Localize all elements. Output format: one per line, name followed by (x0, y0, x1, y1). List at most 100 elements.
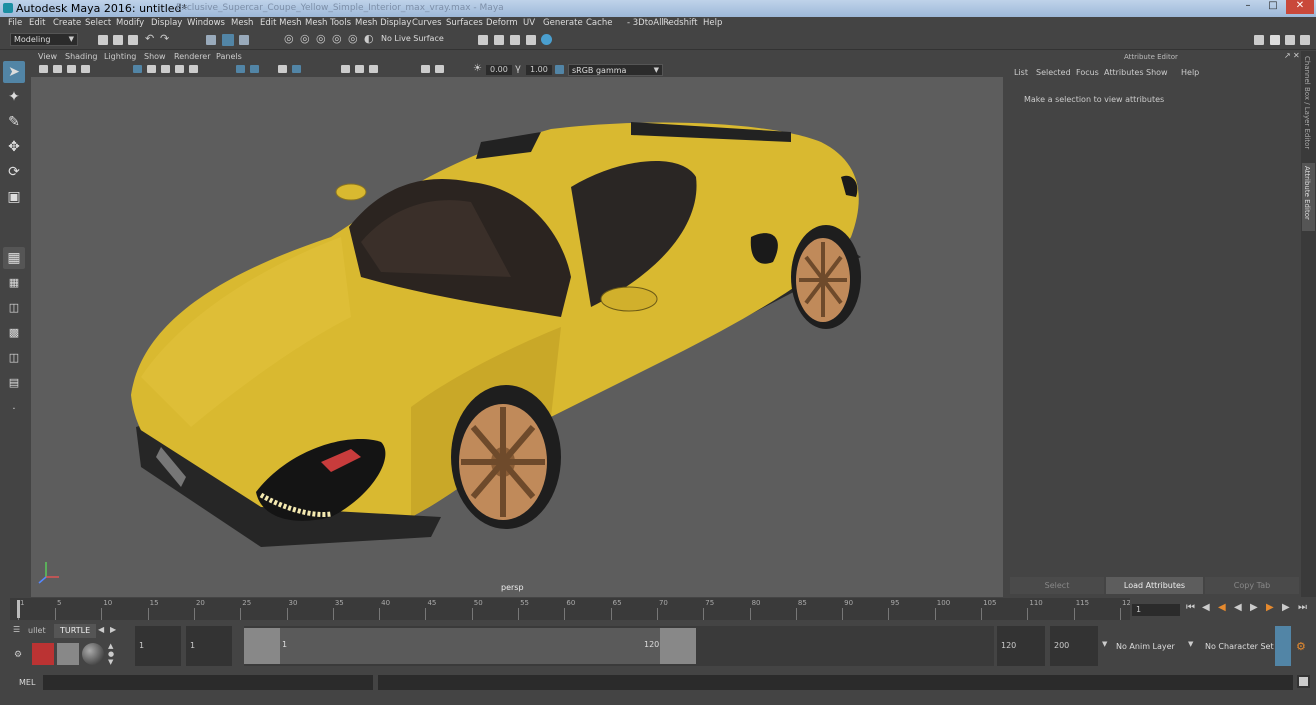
shelf-tab-bullet[interactable]: ullet (28, 626, 46, 635)
copy-tab-button[interactable]: Copy Tab (1205, 577, 1299, 594)
exposure-field[interactable]: 0.00 (486, 65, 512, 75)
render-frame-icon[interactable] (494, 35, 504, 45)
close-icon[interactable]: ✕ (1286, 0, 1314, 14)
lights-icon[interactable] (189, 65, 198, 73)
motion-blur-icon[interactable] (341, 65, 350, 73)
rotate-tool-icon[interactable]: ⟳ (3, 161, 25, 183)
range-slider-bar[interactable] (244, 628, 696, 664)
menu-mesh-display[interactable]: Mesh Display (355, 18, 411, 28)
select-hierarchy-icon[interactable] (206, 35, 216, 45)
layout-single-pane-icon[interactable]: ▦ (3, 272, 25, 294)
channel-box-tab[interactable]: Channel Box / Layer Editor (1302, 56, 1315, 156)
resolution-gate-icon[interactable] (421, 65, 430, 73)
menu-surfaces[interactable]: Surfaces (446, 18, 483, 28)
viewport-menu-view[interactable]: View (38, 52, 57, 61)
isolate-icon[interactable] (236, 65, 245, 73)
menu-curves[interactable]: Curves (412, 18, 442, 28)
color-space-dropdown[interactable]: sRGB gamma ▼ (568, 64, 663, 76)
menu-redshift[interactable]: Redshift (663, 18, 698, 28)
menu-edit-mesh[interactable]: Edit Mesh (260, 18, 302, 28)
current-frame-field[interactable]: 1 (1132, 604, 1180, 616)
gamma-field[interactable]: 1.00 (526, 65, 552, 75)
xray-icon[interactable] (250, 65, 259, 73)
range-start-field[interactable]: 1 (135, 626, 181, 666)
menu-display[interactable]: Display (151, 18, 182, 28)
attribute-editor-tab[interactable]: Attribute Editor (1302, 163, 1315, 231)
redo-icon[interactable]: ↷ (160, 32, 169, 45)
snap-curve-icon[interactable]: ◎ (300, 32, 310, 45)
layout-quad-icon[interactable] (1300, 35, 1310, 45)
range-slider[interactable]: 1 120 (244, 626, 994, 666)
step-back-frame-icon[interactable]: ◀ (1218, 602, 1226, 613)
shelf-item-shapes-icon[interactable] (57, 643, 79, 665)
antialias-icon[interactable] (355, 65, 364, 73)
show-manipulator-icon[interactable]: ▦ (3, 247, 25, 269)
load-attributes-button[interactable]: Load Attributes (1106, 577, 1203, 594)
shadows-icon[interactable] (278, 65, 287, 73)
wireframe-icon[interactable] (147, 65, 156, 73)
depth-of-field-icon[interactable] (369, 65, 378, 73)
ipr-render-icon[interactable] (510, 35, 520, 45)
shelf-scroll-icon[interactable]: ▲ ● ▼ (108, 642, 114, 666)
shelf-prev-icon[interactable]: ◀ (98, 625, 104, 634)
menu-edit[interactable]: Edit (29, 18, 45, 28)
time-slider[interactable]: 1 5 10 15 20 25 30 35 40 45 50 55 60 65 70 75 80 85 90 95 10… (10, 598, 1135, 620)
anim-layer-dropdown[interactable]: ▼ No Anim Layer (1100, 626, 1196, 666)
viewport-menu-renderer[interactable]: Renderer (174, 52, 211, 61)
viewport-menu-lighting[interactable]: Lighting (104, 52, 136, 61)
camera-icon[interactable] (39, 65, 48, 73)
mode-dropdown[interactable]: Modeling ▼ (10, 33, 78, 46)
layout-two-pane-icon[interactable]: ◫ (3, 297, 25, 319)
shelf-menu-icon[interactable]: ☰ (13, 625, 20, 634)
layout-custom-icon[interactable]: · (3, 399, 25, 421)
paint-select-icon[interactable]: ✎ (3, 111, 25, 133)
float-panel-icon[interactable]: ↗ (1284, 51, 1291, 60)
range-slider-end-handle[interactable] (660, 628, 696, 664)
step-forward-frame-icon[interactable]: ▶ (1266, 602, 1274, 613)
attr-menu-list[interactable]: List (1014, 68, 1028, 77)
viewport-menu-show[interactable]: Show (144, 52, 166, 61)
select-object-icon[interactable] (222, 34, 234, 46)
menu-file[interactable]: File (8, 18, 22, 28)
new-scene-icon[interactable] (98, 35, 108, 45)
open-scene-icon[interactable] (113, 35, 123, 45)
maximize-icon[interactable]: □ (1261, 0, 1285, 14)
attr-menu-help[interactable]: Help (1181, 68, 1199, 77)
layout-double-icon[interactable] (1285, 35, 1295, 45)
menu-deform[interactable]: Deform (486, 18, 518, 28)
script-editor-icon[interactable] (1297, 675, 1310, 688)
character-set-dropdown[interactable]: ▼ No Character Set (1187, 626, 1274, 666)
menu-generate[interactable]: Generate (543, 18, 583, 28)
auto-key-icon[interactable] (1275, 626, 1291, 666)
snap-grid-icon[interactable]: ◎ (284, 32, 294, 45)
mel-input[interactable] (43, 675, 373, 690)
undo-icon[interactable]: ↶ (145, 32, 154, 45)
menu-cache[interactable]: Cache (586, 18, 612, 28)
menu-windows[interactable]: Windows (187, 18, 225, 28)
snap-surface-icon[interactable]: ◎ (348, 32, 358, 45)
menu-uv[interactable]: UV (523, 18, 535, 28)
shelf-next-icon[interactable]: ▶ (110, 625, 116, 634)
close-panel-icon[interactable]: ✕ (1293, 51, 1300, 60)
attr-menu-focus[interactable]: Focus (1076, 68, 1099, 77)
layout-single-icon[interactable] (1270, 35, 1280, 45)
shelf-settings-icon[interactable]: ⚙ (14, 650, 22, 660)
shelf-item-sphere-icon[interactable] (82, 643, 104, 665)
minimize-icon[interactable]: – (1236, 0, 1260, 14)
layout-four-pane-icon[interactable]: ▩ (3, 322, 25, 344)
scale-tool-icon[interactable]: ▣ (3, 186, 25, 208)
render-settings-icon[interactable] (526, 35, 536, 45)
shelf-tab-turtle[interactable]: TURTLE (54, 624, 97, 638)
menu-mesh[interactable]: Mesh (231, 18, 253, 28)
ao-icon[interactable] (292, 65, 301, 73)
go-to-end-icon[interactable]: ⏭ (1298, 602, 1307, 613)
grid-toggle-icon[interactable] (133, 65, 142, 73)
move-tool-icon[interactable]: ✥ (3, 136, 25, 158)
step-forward-key-icon[interactable]: ▶ (1282, 602, 1290, 613)
menu-create[interactable]: Create (53, 18, 81, 28)
bookmark-icon[interactable] (67, 65, 76, 73)
select-tool-icon[interactable]: ➤ (3, 61, 25, 83)
layout-outliner-icon[interactable]: ▤ (3, 372, 25, 394)
menu-select[interactable]: Select (85, 18, 111, 28)
attr-menu-selected[interactable]: Selected (1036, 68, 1071, 77)
